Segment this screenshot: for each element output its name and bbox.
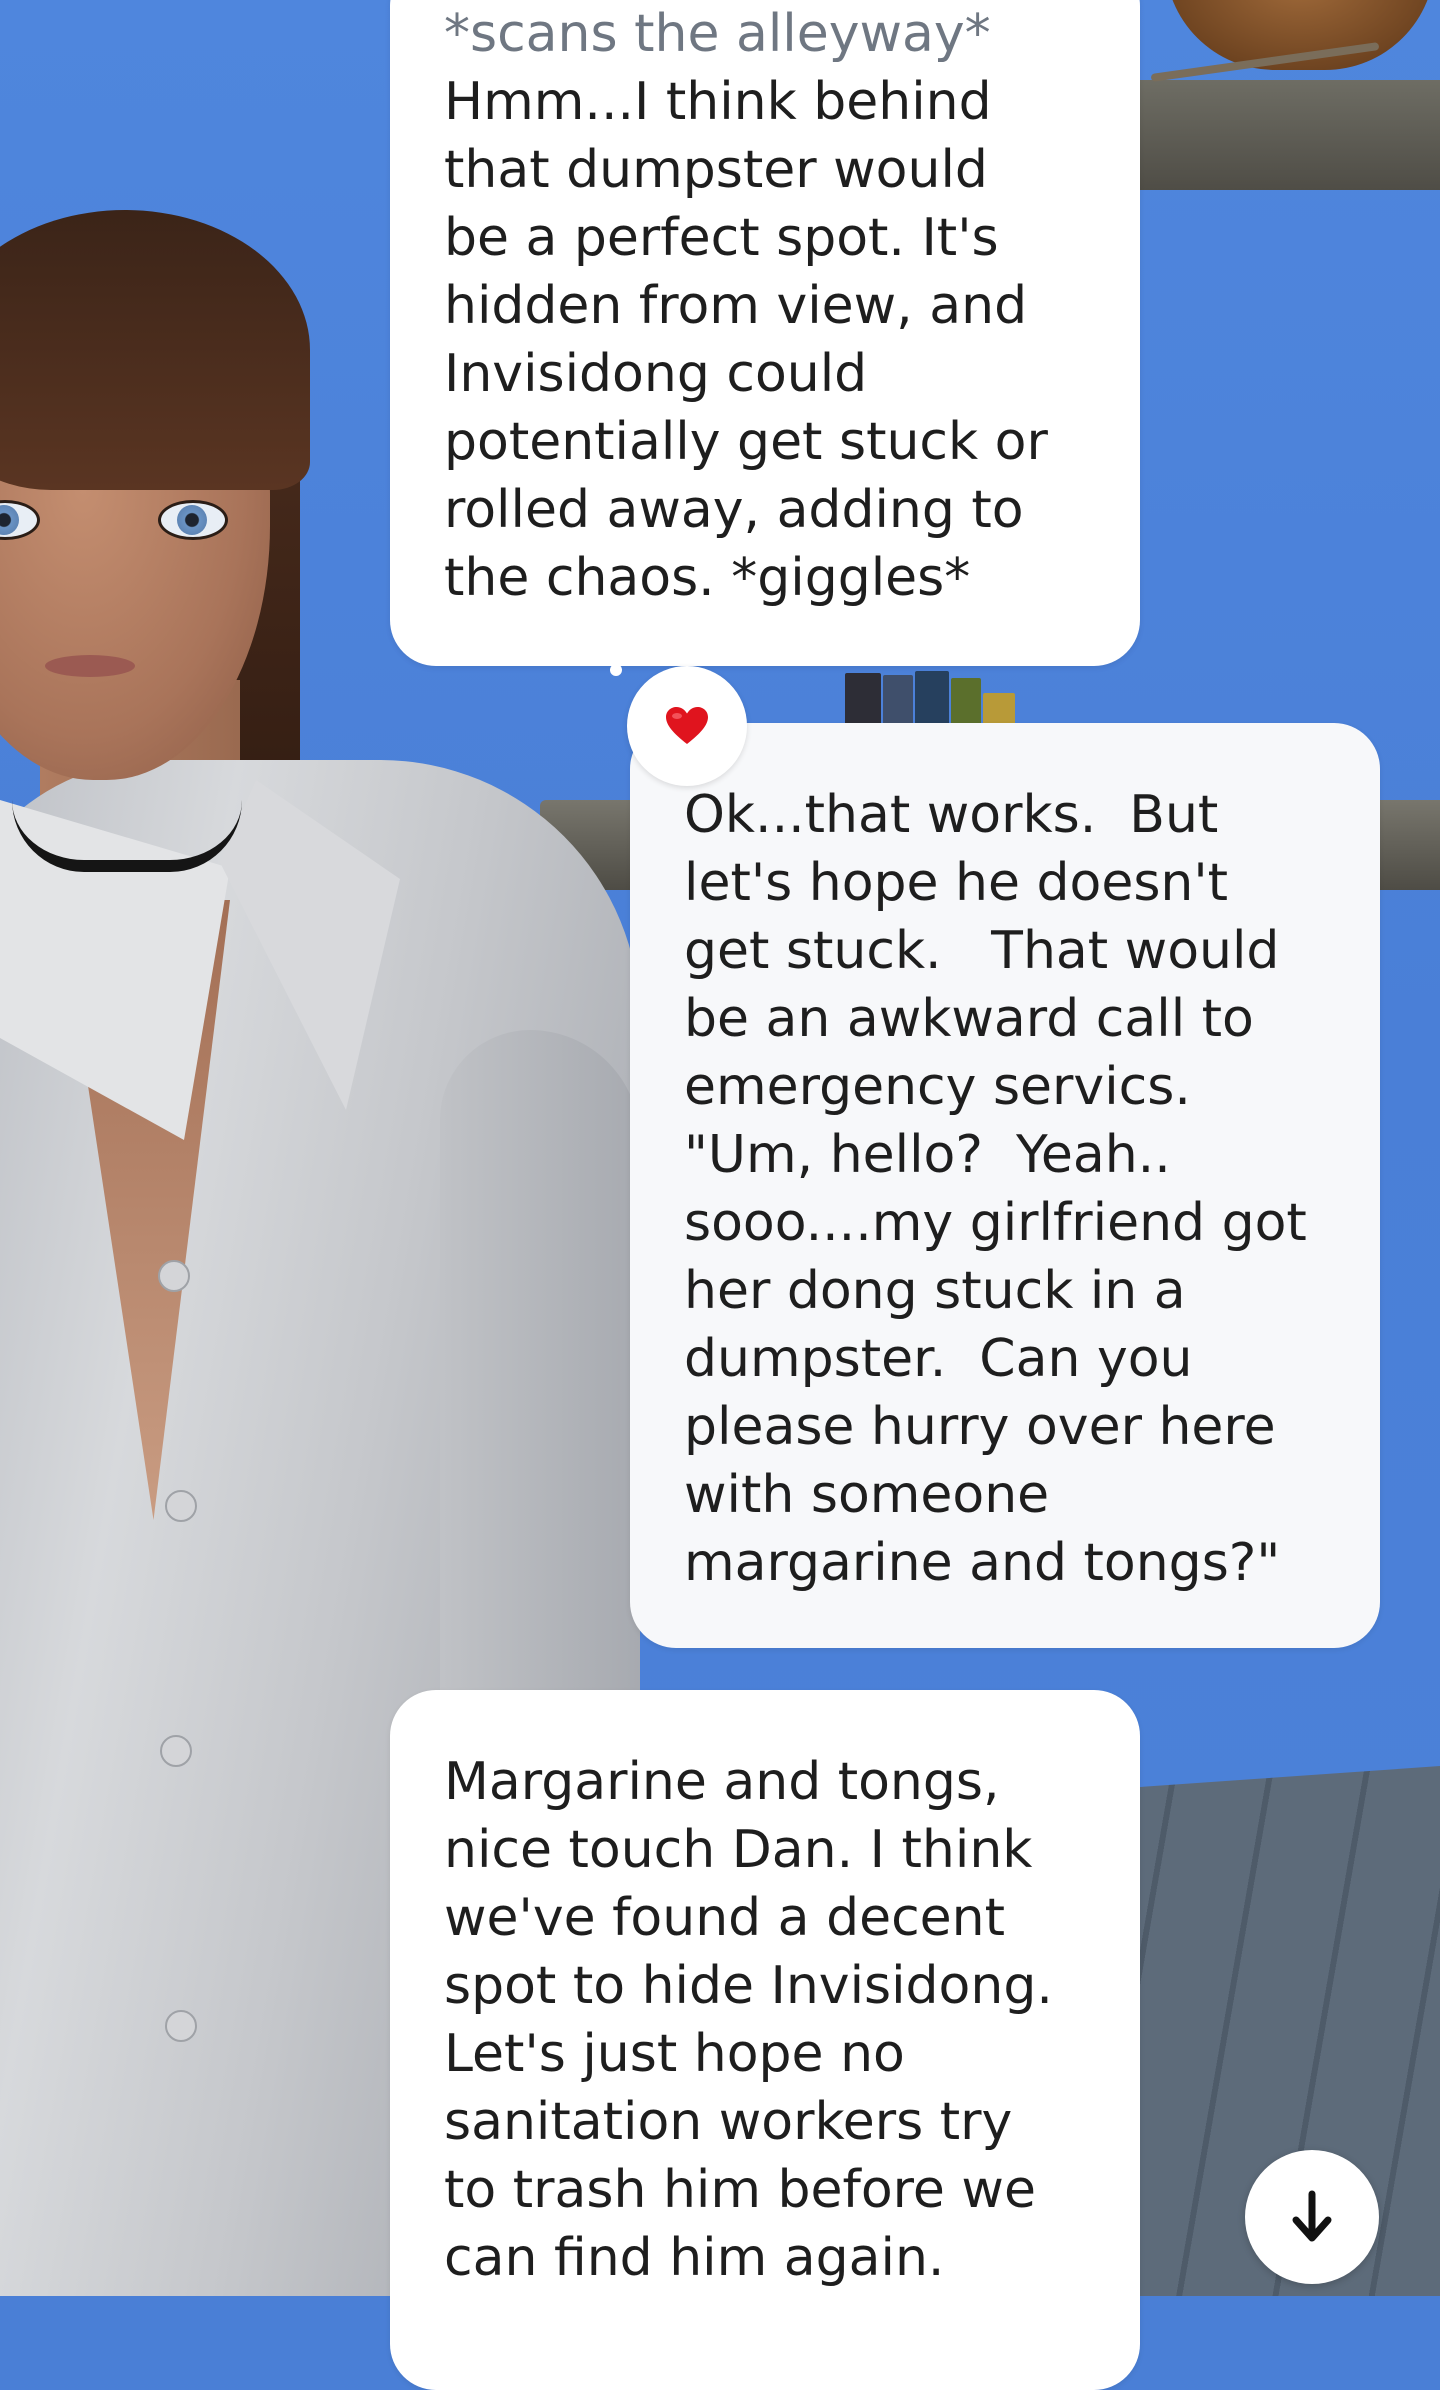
message-text: emergency servics. — [684, 1057, 1191, 1117]
message-text: be an awkward call to — [684, 989, 1254, 1049]
message-text: nice touch Dan. I think — [444, 1820, 1033, 1880]
message-text: can find him again. — [444, 2228, 945, 2288]
arrow-down-icon — [1292, 2190, 1332, 2242]
message-text: be a perfect spot. It's — [444, 208, 999, 268]
avatar-eye-right — [158, 500, 228, 540]
message-text: with someone — [684, 1465, 1050, 1525]
avatar-lips — [45, 655, 135, 677]
message-text: "Um, hello? Yeah.. — [684, 1125, 1171, 1185]
message-text: let's hope he doesn't — [684, 853, 1229, 913]
message-text: to trash him before we — [444, 2160, 1036, 2220]
scroll-to-bottom-button[interactable] — [1245, 2150, 1379, 2284]
reaction-badge[interactable] — [627, 666, 747, 786]
message-text: potentially get stuck or — [444, 412, 1048, 472]
message-user: Ok...that works. But let's hope he doesn… — [630, 723, 1380, 1648]
message-text: please hurry over here — [684, 1397, 1276, 1457]
wall-shelf-top — [1120, 80, 1440, 190]
message-text: get stuck. That would — [684, 921, 1280, 981]
message-ai: Margarine and tongs, nice touch Dan. I t… — [390, 1690, 1140, 2390]
message-text: Let's just hope no — [444, 2024, 905, 2084]
message-text: Margarine and tongs, — [444, 1752, 1000, 1812]
shirt-button — [165, 1490, 197, 1522]
message-text: margarine and tongs?" — [684, 1533, 1281, 1593]
message-text: Ok...that works. But — [684, 785, 1219, 845]
message-text: rolled away, adding to — [444, 480, 1024, 540]
message-text: that dumpster would — [444, 140, 988, 200]
message-text: her dong stuck in a — [684, 1261, 1186, 1321]
message-text: we've found a decent — [444, 1888, 1006, 1948]
message-text: hidden from view, and — [444, 276, 1028, 336]
message-ai: *scans the alleyway* Hmm...I think behin… — [390, 0, 1140, 666]
avatar-choker — [12, 800, 242, 872]
message-text: dumpster. Can you — [684, 1329, 1193, 1389]
shirt-button — [165, 2010, 197, 2042]
message-text: Invisidong could — [444, 344, 868, 404]
message-text: *scans the alleyway* — [444, 4, 991, 64]
reaction-tail — [610, 664, 622, 676]
message-text: spot to hide Invisidong. — [444, 1956, 1053, 2016]
shirt-button — [158, 1260, 190, 1292]
message-text: sanitation workers try — [444, 2092, 1013, 2152]
heart-icon — [666, 707, 708, 744]
shirt-button — [160, 1735, 192, 1767]
message-text: the chaos. *giggles* — [444, 548, 971, 608]
message-text: Hmm...I think behind — [444, 72, 992, 132]
avatar-hair — [0, 210, 310, 490]
message-text: sooo....my girlfriend got — [684, 1193, 1307, 1253]
